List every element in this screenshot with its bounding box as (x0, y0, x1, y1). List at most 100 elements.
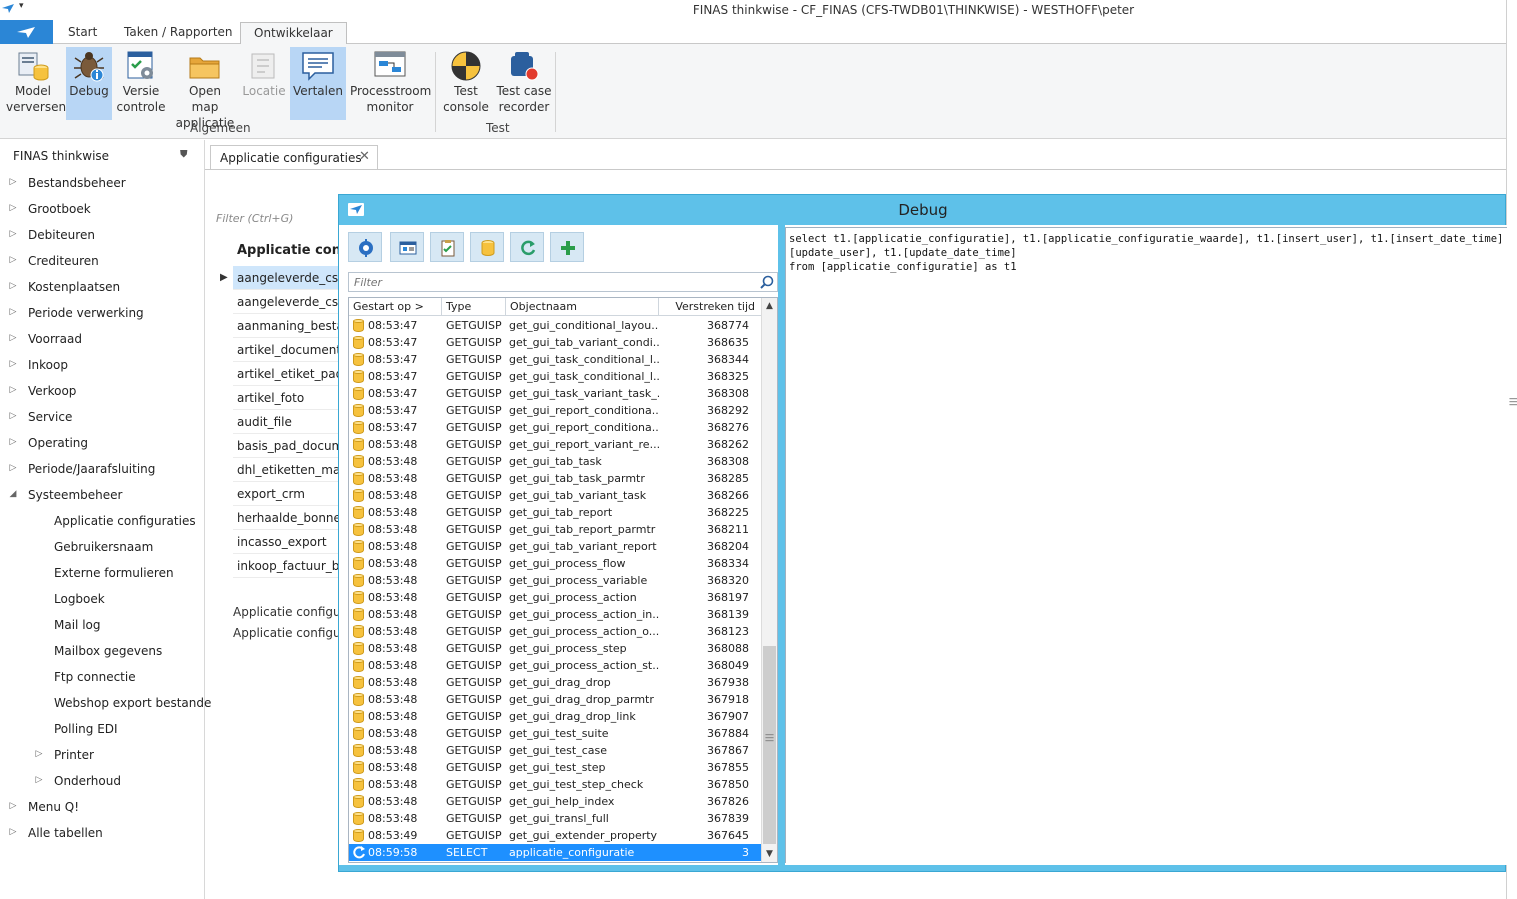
nav-item[interactable]: Webshop export bestande (54, 690, 211, 716)
chevron-right-icon[interactable]: ▷ (8, 281, 18, 291)
sql-pane[interactable]: select t1.[applicatie_configuratie], t1.… (785, 227, 1507, 863)
add-button[interactable] (550, 232, 584, 262)
table-row[interactable]: artikel_foto (233, 386, 343, 410)
debug-button[interactable]: Debug (66, 47, 112, 120)
nav-item[interactable]: Inkoop (28, 352, 68, 378)
chevron-right-icon[interactable]: ▷ (8, 463, 18, 473)
table-row[interactable]: 08:53:48 GETGUISP get_gui_tab_task 368308 (349, 453, 762, 470)
chevron-right-icon[interactable]: ▷ (34, 775, 44, 785)
tab-taken-rapporten[interactable]: Taken / Rapporten (124, 20, 233, 44)
chevron-right-icon[interactable]: ▷ (8, 229, 18, 239)
table-row[interactable]: herhaalde_bonnen_ (233, 506, 343, 530)
nav-item[interactable]: Externe formulieren (54, 560, 174, 586)
nav-item[interactable]: Periode/Jaarafsluiting (28, 456, 155, 482)
table-row[interactable]: 08:53:48 GETGUISP get_gui_test_step_check 3… (349, 776, 762, 793)
outer-scrollbar[interactable]: ——— (1506, 0, 1517, 899)
table-row[interactable]: 08:53:48 GETGUISP get_gui_process_step 3680… (349, 640, 762, 657)
table-row[interactable]: 08:53:48 GETGUISP get_gui_tab_report_parmt… (349, 521, 762, 538)
test-console-button[interactable]: Test console (442, 47, 490, 120)
chevron-right-icon[interactable]: ▷ (8, 411, 18, 421)
column-header-type[interactable]: Type (442, 298, 506, 316)
table-row[interactable]: basis_pad_documenten (233, 434, 343, 458)
table-row[interactable]: 08:53:48 GETGUISP get_gui_tab_variant_task… (349, 487, 762, 504)
table-row[interactable]: 08:59:58 SELECT applicatie_configuratie 3 (349, 844, 762, 861)
nav-item[interactable]: Service (28, 404, 72, 430)
model-verversen-button[interactable]: Model verversen (6, 47, 66, 120)
versie-controle-button[interactable]: Versie controle (116, 47, 166, 120)
table-row[interactable]: inkoop_factuur_bestand (233, 554, 343, 578)
tab-applicatie-configuraties[interactable]: Applicatie configuraties ✕ (210, 145, 378, 170)
properties-button[interactable] (390, 232, 424, 262)
file-menu-button[interactable] (0, 20, 53, 44)
refresh-button[interactable] (510, 232, 544, 262)
table-row[interactable]: audit_file (233, 410, 343, 434)
table-row[interactable]: 08:53:48 GETGUISP get_gui_process_action_o… (349, 623, 762, 640)
database-button[interactable] (470, 232, 504, 262)
table-row[interactable]: 08:53:47 GETGUISP get_gui_task_conditional… (349, 368, 762, 385)
table-row[interactable]: 08:53:48 GETGUISP get_gui_process_action_s… (349, 657, 762, 674)
table-row[interactable]: dhl_etiketten_map (233, 458, 343, 482)
nav-item[interactable]: Alle tabellen (28, 820, 103, 846)
chevron-right-icon[interactable]: ▷ (8, 359, 18, 369)
chevron-right-icon[interactable]: ▷ (8, 385, 18, 395)
checklist-button[interactable] (430, 232, 464, 262)
table-row[interactable]: 08:53:48 GETGUISP get_gui_help_index 367826 (349, 793, 762, 810)
table-row[interactable]: 08:53:48 GETGUISP get_gui_test_case 367867 (349, 742, 762, 759)
chevron-down-icon[interactable]: ◢ (8, 489, 18, 499)
nav-item[interactable]: Verkoop (28, 378, 76, 404)
table-row[interactable]: 08:53:47 GETGUISP get_gui_task_variant_tas… (349, 385, 762, 402)
table-row[interactable]: export_crm (233, 482, 343, 506)
chevron-right-icon[interactable]: ▷ (8, 437, 18, 447)
processtroom-monitor-button[interactable]: Processtroom monitor (350, 47, 431, 120)
nav-item[interactable]: Mail log (54, 612, 100, 638)
table-row[interactable]: artikel_document (233, 338, 343, 362)
table-row[interactable]: 08:53:47 GETGUISP get_gui_conditional_layo… (349, 317, 762, 334)
table-row[interactable]: 08:53:48 GETGUISP get_gui_process_variable… (349, 572, 762, 589)
table-row[interactable]: 08:53:48 GETGUISP get_gui_tab_variant_repo… (349, 538, 762, 555)
grid-filter-input[interactable]: Filter (Ctrl+G) (216, 212, 293, 225)
nav-item[interactable]: Debiteuren (28, 222, 95, 248)
open-map-applicatie-button[interactable]: Open map applicatie (174, 47, 236, 130)
table-row[interactable]: 08:53:48 GETGUISP get_gui_drag_drop_link 36… (349, 708, 762, 725)
scroll-up-icon[interactable]: ▲ (762, 298, 777, 314)
settings-button[interactable] (348, 232, 382, 262)
chevron-right-icon[interactable]: ▷ (8, 255, 18, 265)
locatie-button[interactable]: Locatie (242, 47, 286, 120)
chevron-right-icon[interactable]: ▷ (8, 203, 18, 213)
nav-item[interactable]: Voorraad (28, 326, 82, 352)
table-row[interactable]: 08:53:48 GETGUISP get_gui_drag_drop 367938 (349, 674, 762, 691)
table-row[interactable]: 08:53:48 GETGUISP get_gui_tab_task_parmtr 3… (349, 470, 762, 487)
table-row[interactable]: aangeleverde_csv_bestand (233, 290, 343, 314)
table-row[interactable]: incasso_export (233, 530, 343, 554)
table-row[interactable]: aangeleverde_csv_bestand (233, 266, 343, 290)
table-row[interactable]: 08:53:48 GETGUISP get_gui_test_suite 367884 (349, 725, 762, 742)
test-case-recorder-button[interactable]: Test case recorder (496, 47, 552, 120)
tab-start[interactable]: Start (68, 20, 97, 44)
table-row[interactable]: 08:53:48 GETGUISP get_gui_process_action 36… (349, 589, 762, 606)
table-row[interactable]: 08:53:48 GETGUISP get_gui_process_flow 3683… (349, 555, 762, 572)
nav-item[interactable]: Logboek (54, 586, 105, 612)
table-row[interactable]: 08:53:48 GETGUISP get_gui_drag_drop_parmtr… (349, 691, 762, 708)
nav-item[interactable]: Kostenplaatsen (28, 274, 120, 300)
nav-item[interactable]: Gebruikersnaam (54, 534, 153, 560)
table-row[interactable]: 08:53:48 GETGUISP get_gui_tab_report 368225 (349, 504, 762, 521)
nav-item[interactable]: Grootboek (28, 196, 91, 222)
nav-item[interactable]: Polling EDI (54, 716, 118, 742)
table-row[interactable]: artikel_etiket_pad (233, 362, 343, 386)
chevron-right-icon[interactable]: ▷ (34, 749, 44, 759)
table-row[interactable]: 08:53:48 GETGUISP get_gui_report_variant_r… (349, 436, 762, 453)
scroll-grip-icon[interactable]: ——— (1509, 395, 1517, 410)
column-header-verstreken-tijd[interactable]: Verstreken tijd (659, 298, 762, 316)
column-header-objectnaam[interactable]: Objectnaam (506, 298, 659, 316)
nav-item[interactable]: Printer (54, 742, 94, 768)
column-header-gestart-op[interactable]: Gestart op > (349, 298, 442, 316)
nav-item[interactable]: Systeembeheer (28, 482, 122, 508)
chevron-right-icon[interactable]: ▷ (8, 801, 18, 811)
nav-item[interactable]: Onderhoud (54, 768, 121, 794)
nav-item[interactable]: Periode verwerking (28, 300, 144, 326)
table-scrollbar[interactable]: ▲ — — — ▼ (761, 298, 777, 862)
table-row[interactable]: 08:53:47 GETGUISP get_gui_report_condition… (349, 419, 762, 436)
chevron-right-icon[interactable]: ▷ (8, 827, 18, 837)
table-row[interactable]: 08:53:48 GETGUISP get_gui_process_action_i… (349, 606, 762, 623)
vertalen-button[interactable]: Vertalen (290, 47, 346, 120)
